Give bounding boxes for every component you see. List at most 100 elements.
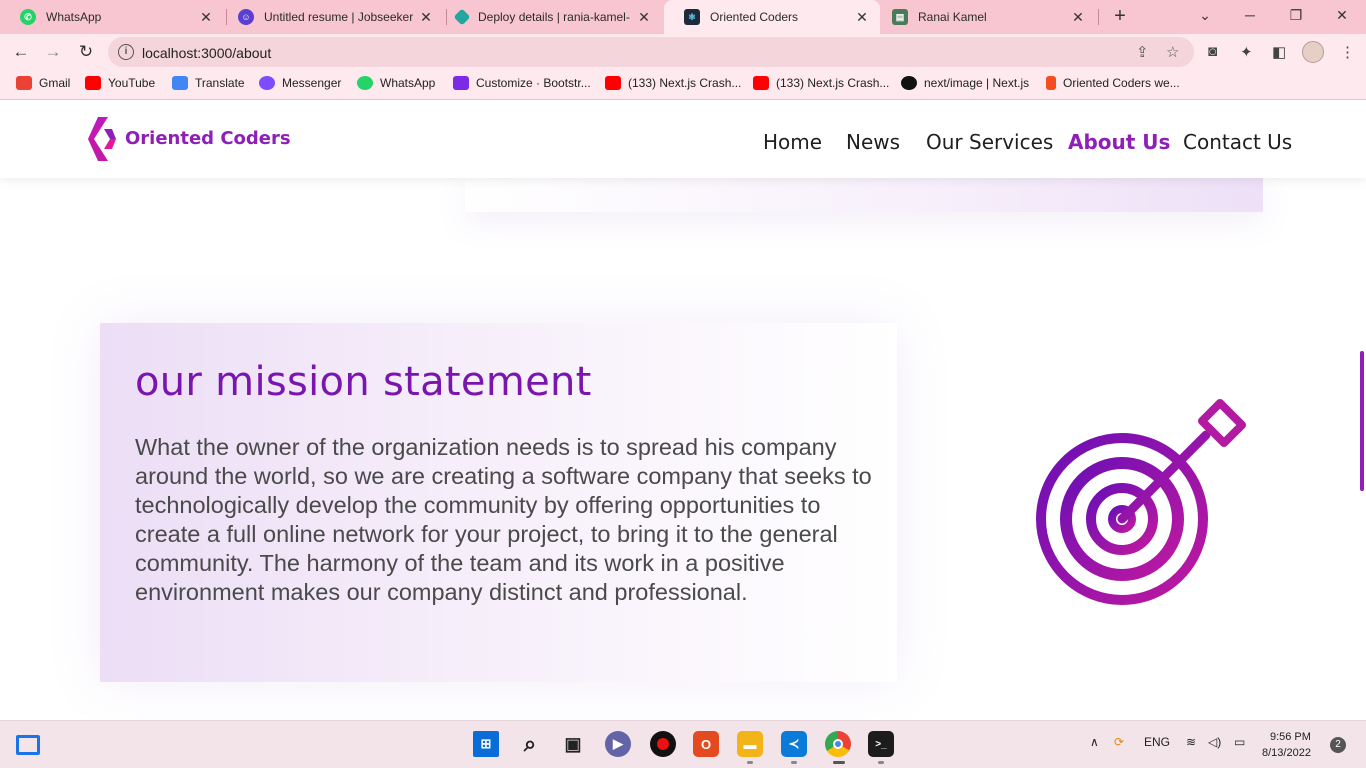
profile-avatar[interactable] xyxy=(1302,41,1324,63)
bookmark-item[interactable]: Messenger xyxy=(259,76,341,90)
nextjs-icon xyxy=(901,76,917,90)
vscode-icon[interactable]: ≺ xyxy=(781,731,807,757)
minimize-button[interactable]: ─ xyxy=(1228,0,1272,30)
close-tab-icon[interactable]: ✕ xyxy=(196,9,216,26)
tab-title: Untitled resume | Jobseeker xyxy=(264,10,414,24)
brand-logo-icon[interactable] xyxy=(84,115,118,163)
chrome-icon[interactable] xyxy=(825,731,851,757)
extensions-icon[interactable]: ✦ xyxy=(1240,43,1253,61)
gmail-icon xyxy=(16,76,32,90)
mission-title: our mission statement xyxy=(135,359,592,405)
translate-icon xyxy=(172,76,188,90)
address-bar[interactable]: i localhost:3000/about ⇪ ☆ xyxy=(108,37,1194,67)
file-explorer-icon[interactable]: ▬ xyxy=(737,731,763,757)
bookmark-item[interactable]: WhatsApp xyxy=(357,76,435,90)
restore-button[interactable]: ❐ xyxy=(1274,0,1318,30)
youtube-icon xyxy=(85,76,101,90)
whatsapp-icon: ✆ xyxy=(20,9,36,25)
bookmark-label: next/image | Next.js xyxy=(924,76,1030,90)
bookmark-item[interactable]: Translate xyxy=(172,76,245,90)
tab-jobseeker[interactable]: ☺ Untitled resume | Jobseeker ✕ xyxy=(218,0,444,34)
teams-chat-icon[interactable]: ▶ xyxy=(605,731,631,757)
share-icon[interactable]: ⇪ xyxy=(1136,43,1149,61)
tab-oriented-coders[interactable]: ⚛ Oriented Coders ✕ xyxy=(664,0,880,34)
forward-button[interactable]: → xyxy=(40,40,66,64)
back-button[interactable]: ← xyxy=(8,40,34,64)
tab-title: Deploy details | rania-kamel- xyxy=(478,10,630,24)
browser-tab-bar: ✆ WhatsApp ✕ ☺ Untitled resume | Jobseek… xyxy=(0,0,1366,34)
bootstrap-icon xyxy=(453,76,469,90)
new-tab-button[interactable]: + xyxy=(1108,4,1132,28)
nav-about-us[interactable]: About Us xyxy=(1068,130,1170,154)
bookmark-item[interactable]: Oriented Coders we... xyxy=(1046,76,1180,90)
bookmark-item[interactable]: YouTube xyxy=(85,76,155,90)
target-icon xyxy=(1036,399,1246,605)
whatsapp-icon xyxy=(357,76,373,90)
bookmark-label: Messenger xyxy=(282,76,342,90)
site-info-icon[interactable]: i xyxy=(118,44,134,60)
widgets-icon[interactable] xyxy=(16,735,40,755)
tab-whatsapp[interactable]: ✆ WhatsApp ✕ xyxy=(0,0,224,34)
search-icon[interactable]: ⌕ xyxy=(517,731,543,757)
sync-icon[interactable]: ⟳ xyxy=(1114,735,1124,749)
netlify-icon xyxy=(453,8,471,26)
bookmark-label: Gmail xyxy=(39,76,71,90)
bookmark-item[interactable]: Gmail xyxy=(16,76,70,90)
page-scrollbar[interactable] xyxy=(1360,351,1364,491)
bookmark-item[interactable]: (133) Next.js Crash... xyxy=(753,76,889,90)
notification-badge[interactable]: 2 xyxy=(1330,737,1346,753)
bookmark-label: WhatsApp xyxy=(380,76,436,90)
close-window-button[interactable]: ✕ xyxy=(1320,0,1364,30)
bookmark-label: Customize · Bootstr... xyxy=(476,76,591,90)
nav-news[interactable]: News xyxy=(846,130,900,154)
bookmark-item[interactable]: (133) Next.js Crash... xyxy=(605,76,741,90)
menu-icon[interactable]: ⋮ xyxy=(1340,43,1355,61)
task-view-icon[interactable]: ▣ xyxy=(560,731,586,757)
taskbar: ⊞ ⌕ ▣ ▶ O ▬ ≺ >_ ∧ ⟳ ENG ≋ ◁) ▭ 9:56 PM … xyxy=(0,720,1366,768)
close-tab-icon[interactable]: ✕ xyxy=(634,9,654,26)
bookmark-label: (133) Next.js Crash... xyxy=(776,76,890,90)
bookmark-star-icon[interactable]: ☆ xyxy=(1166,43,1179,61)
windows-start-icon[interactable]: ⊞ xyxy=(473,731,499,757)
tab-title: Oriented Coders xyxy=(710,10,799,24)
close-tab-icon[interactable]: ✕ xyxy=(416,9,436,26)
close-tab-icon[interactable]: ✕ xyxy=(852,9,872,26)
messenger-icon xyxy=(259,76,275,90)
camera-icon[interactable]: ◙ xyxy=(1208,43,1217,60)
terminal-icon[interactable]: >_ xyxy=(868,731,894,757)
youtube-icon xyxy=(753,76,769,90)
clock-date: 8/13/2022 xyxy=(1262,747,1311,759)
url-text: localhost:3000/about xyxy=(142,45,272,61)
nav-home[interactable]: Home xyxy=(763,130,822,154)
tab-deploy-details[interactable]: Deploy details | rania-kamel- ✕ xyxy=(436,0,662,34)
brand-name[interactable]: Oriented Coders xyxy=(125,128,291,149)
volume-icon[interactable]: ◁) xyxy=(1208,735,1221,749)
tab-ranai-kamel[interactable]: ▤ Ranai Kamel ✕ xyxy=(872,0,1096,34)
bookmark-label: Translate xyxy=(195,76,245,90)
clock-time: 9:56 PM xyxy=(1269,731,1311,743)
close-tab-icon[interactable]: ✕ xyxy=(1068,9,1088,26)
jobseeker-icon: ☺ xyxy=(238,9,254,25)
site-icon: ▤ xyxy=(892,9,908,25)
nav-contact-us[interactable]: Contact Us xyxy=(1183,130,1292,154)
side-panel-icon[interactable]: ◧ xyxy=(1272,43,1286,61)
reload-button[interactable]: ↻ xyxy=(73,40,99,64)
nav-our-services[interactable]: Our Services xyxy=(926,130,1053,154)
site-header: Oriented Coders Home News Our Services A… xyxy=(0,101,1366,178)
mission-text: What the owner of the organization needs… xyxy=(135,434,872,605)
bookmark-item[interactable]: Customize · Bootstr... xyxy=(453,76,591,90)
recorder-icon[interactable] xyxy=(650,731,676,757)
battery-icon[interactable]: ▭ xyxy=(1234,735,1245,749)
previous-section-card xyxy=(465,178,1263,212)
tray-chevron-icon[interactable]: ∧ xyxy=(1090,735,1099,749)
wifi-icon[interactable]: ≋ xyxy=(1186,735,1196,749)
clock[interactable]: 9:56 PM 8/13/2022 xyxy=(1262,729,1311,761)
bookmark-item[interactable]: next/image | Next.js xyxy=(901,76,1029,90)
language-indicator[interactable]: ENG xyxy=(1144,735,1170,749)
tab-title: Ranai Kamel xyxy=(918,10,987,24)
office-icon[interactable]: O xyxy=(693,731,719,757)
tab-title: WhatsApp xyxy=(46,10,102,24)
page-viewport: Oriented Coders Home News Our Services A… xyxy=(0,101,1366,720)
tab-search-icon[interactable]: ⌄ xyxy=(1183,0,1227,30)
browser-toolbar: ← → ↻ i localhost:3000/about ⇪ ☆ ◙ ✦ ◧ ⋮ xyxy=(0,34,1366,70)
